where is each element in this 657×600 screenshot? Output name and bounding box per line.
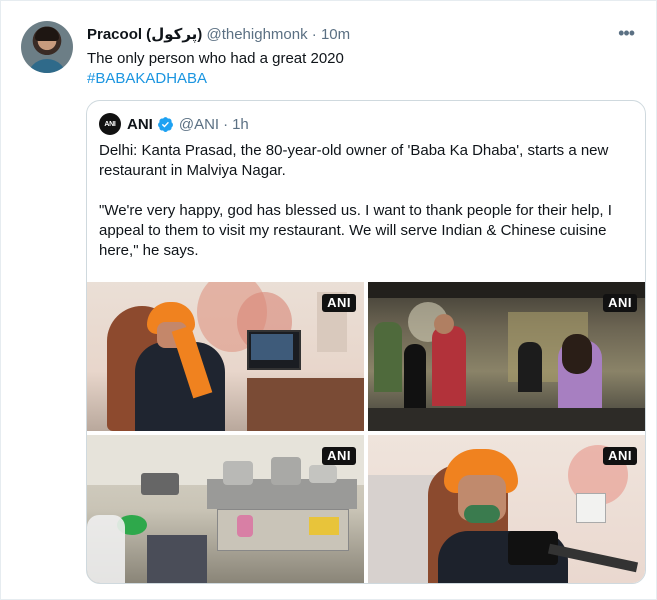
tweet-card[interactable]: Pracool (پرکول) @thehighmonk · 10m ••• T… xyxy=(0,0,657,600)
more-horizontal-icon[interactable]: ••• xyxy=(618,23,635,44)
separator-dot: · xyxy=(223,115,229,133)
quoted-timestamp[interactable]: 1h xyxy=(232,116,249,133)
author-avatar[interactable] xyxy=(21,21,73,73)
media-grid: ANI ANI ANI ANI xyxy=(87,282,645,583)
media-photo-4[interactable]: ANI xyxy=(368,435,645,583)
quoted-author-name[interactable]: ANI xyxy=(127,116,153,133)
media-photo-1[interactable]: ANI xyxy=(87,282,364,431)
tweet-header: Pracool (پرکول) @thehighmonk · 10m xyxy=(87,25,350,43)
ani-watermark: ANI xyxy=(322,447,356,465)
ani-watermark: ANI xyxy=(322,294,356,312)
media-photo-3[interactable]: ANI xyxy=(87,435,364,583)
tweet-body: The only person who had a great 2020 xyxy=(87,50,344,67)
author-handle[interactable]: @thehighmonk xyxy=(206,26,307,43)
tweet-text: The only person who had a great 2020 #BA… xyxy=(87,49,344,89)
ani-logo-avatar[interactable]: ANI xyxy=(99,113,121,135)
hashtag-link[interactable]: #BABAKADHABA xyxy=(87,69,344,89)
tweet-timestamp[interactable]: 10m xyxy=(321,26,350,43)
verified-badge-icon xyxy=(157,116,173,132)
media-photo-2[interactable]: ANI xyxy=(368,282,645,431)
author-name[interactable]: Pracool (پرکول) xyxy=(87,26,202,43)
ani-watermark: ANI xyxy=(603,294,637,312)
quoted-tweet[interactable]: ANI ANI @ANI · 1h Delhi: Kanta Prasad, t… xyxy=(86,100,646,584)
ani-watermark: ANI xyxy=(603,447,637,465)
separator-dot: · xyxy=(311,26,317,43)
quoted-tweet-header: ANI ANI @ANI · 1h xyxy=(99,113,249,135)
quoted-tweet-text: Delhi: Kanta Prasad, the 80-year-old own… xyxy=(99,141,629,281)
quoted-paragraph-2: "We're very happy, god has blessed us. I… xyxy=(99,202,612,259)
quoted-author-handle[interactable]: @ANI xyxy=(179,116,219,133)
quoted-paragraph-1: Delhi: Kanta Prasad, the 80-year-old own… xyxy=(99,142,609,179)
